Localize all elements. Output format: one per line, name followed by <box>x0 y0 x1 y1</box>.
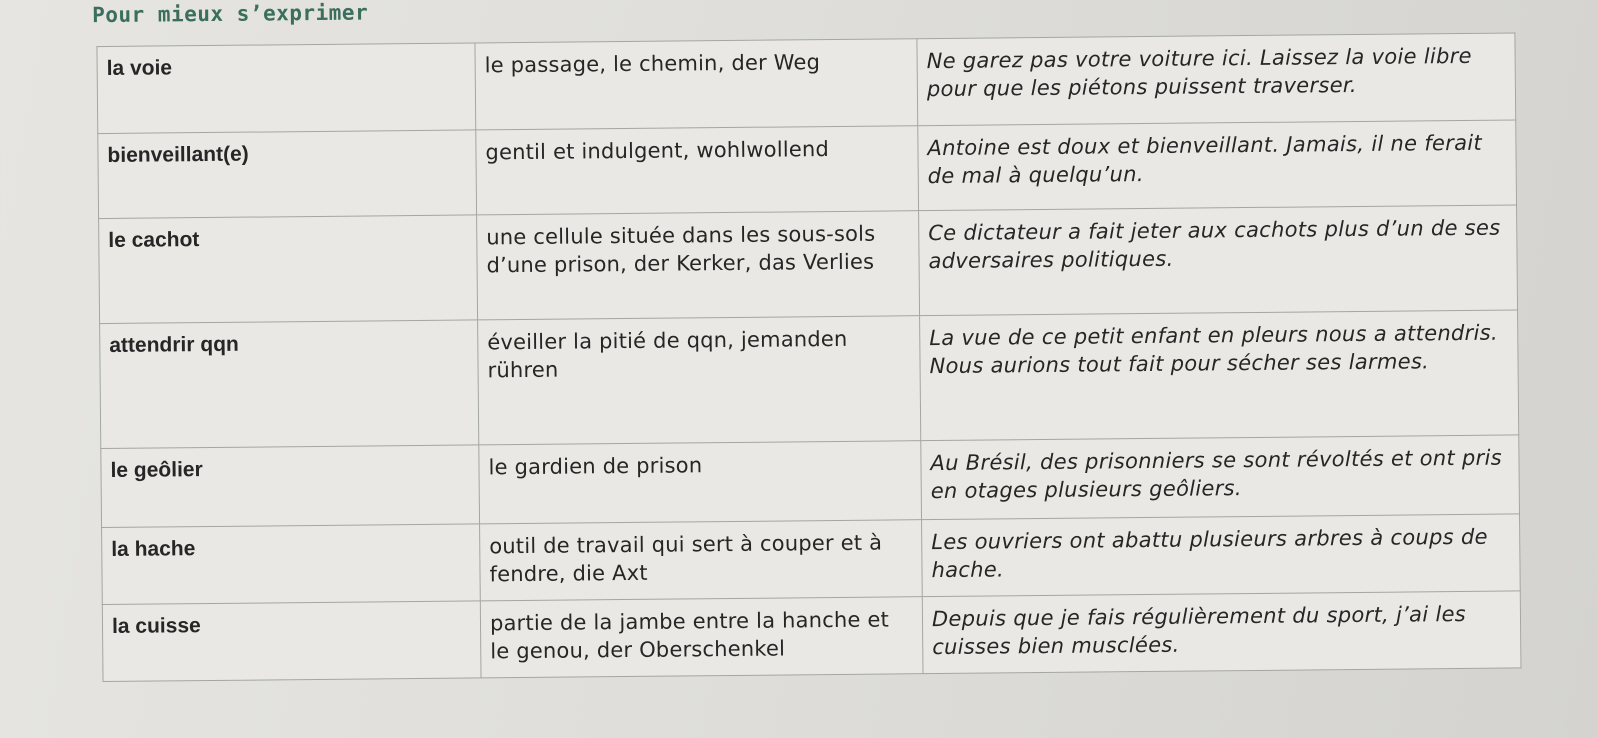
vocab-example: Au Brésil, des prisonniers se sont révol… <box>920 434 1520 520</box>
section-heading: Pour mieux s’exprimer <box>92 0 369 28</box>
vocab-term: attendrir qqn <box>99 319 479 449</box>
table-row: le cachot une cellule située dans les so… <box>98 204 1518 324</box>
vocab-definition: le gardien de prison <box>478 440 922 524</box>
vocab-term: la voie <box>96 42 476 134</box>
vocab-term: la cuisse <box>102 600 482 682</box>
vocab-definition: partie de la jambe entre la hanche et le… <box>480 596 924 678</box>
table-row: attendrir qqn éveiller la pitié de qqn, … <box>99 309 1519 449</box>
vocab-definition: éveiller la pitié de qqn, jemanden rühre… <box>477 315 921 445</box>
table-row: la hache outil de travail qui sert à cou… <box>101 513 1521 605</box>
vocab-definition: une cellule située dans les sous-sols d’… <box>476 210 920 320</box>
vocab-definition: outil de travail qui sert à couper et à … <box>479 519 923 601</box>
vocab-example: Ce dictateur a fait jeter aux cachots pl… <box>918 204 1518 316</box>
table-row: la cuisse partie de la jambe entre la ha… <box>102 590 1521 682</box>
vocab-term: le cachot <box>98 214 478 324</box>
vocab-definition: le passage, le chemin, der Weg <box>474 38 918 130</box>
vocab-definition: gentil et indulgent, wohlwollend <box>475 125 919 215</box>
book-page: Pour mieux s’exprimer la voie le passage… <box>0 0 1597 738</box>
table-row: bienveillant(e) gentil et indulgent, woh… <box>97 119 1517 219</box>
vocab-term: la hache <box>101 523 481 605</box>
table-row: le geôlier le gardien de prison Au Brési… <box>100 434 1520 528</box>
vocab-example: La vue de ce petit enfant en pleurs nous… <box>919 309 1519 441</box>
vocab-example: Ne garez pas votre voiture ici. Laissez … <box>916 32 1516 126</box>
vocab-example: Antoine est doux et bienveillant. Jamais… <box>917 119 1517 211</box>
vocabulary-table: la voie le passage, le chemin, der Weg N… <box>96 32 1522 683</box>
vocab-term: bienveillant(e) <box>97 129 477 219</box>
vocab-term: le geôlier <box>100 444 480 528</box>
table-row: la voie le passage, le chemin, der Weg N… <box>96 32 1516 134</box>
vocab-example: Les ouvriers ont abattu plusieurs arbres… <box>921 513 1521 597</box>
vocab-example: Depuis que je fais régulièrement du spor… <box>922 590 1521 674</box>
